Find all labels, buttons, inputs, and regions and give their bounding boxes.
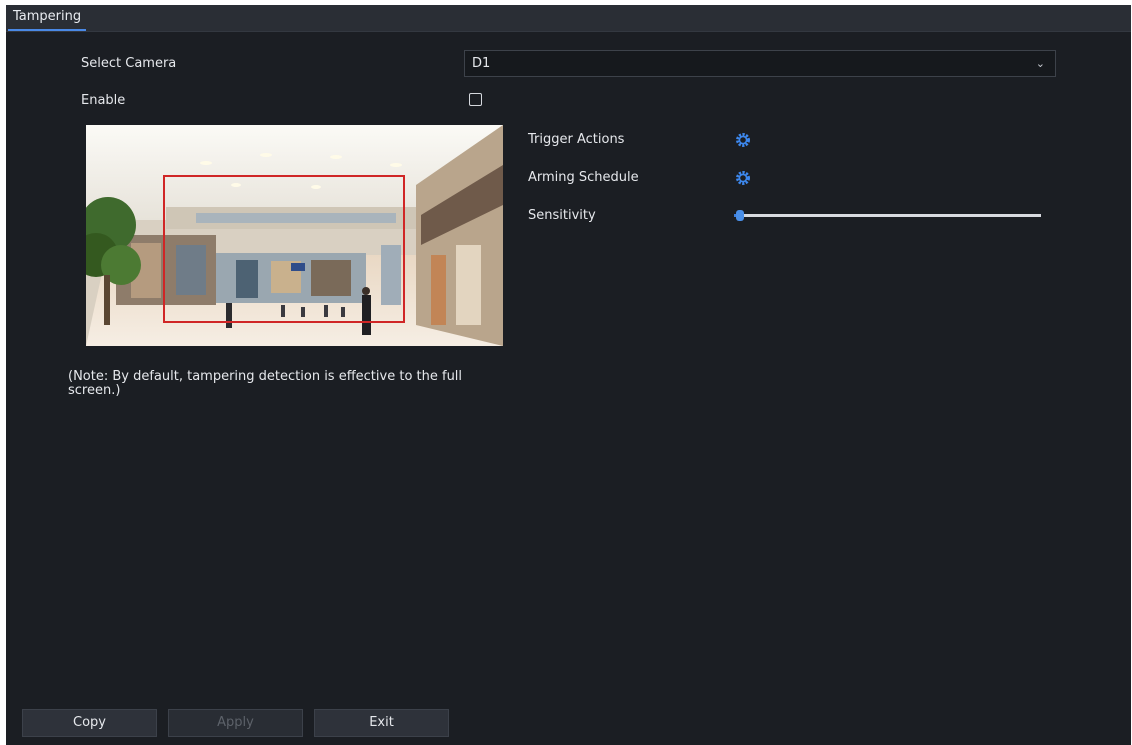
chevron-down-icon: ⌄ — [1035, 57, 1045, 70]
sensitivity-label: Sensitivity — [528, 208, 596, 223]
tampering-settings-window: Tampering Select Camera D1 ⌄ Enable (Not… — [6, 5, 1131, 745]
sensitivity-slider-track[interactable] — [734, 214, 1041, 217]
tab-tampering[interactable]: Tampering — [6, 5, 88, 31]
gear-icon[interactable] — [735, 132, 751, 148]
camera-preview[interactable] — [86, 125, 503, 346]
note-text: (Note: By default, tampering detection i… — [68, 369, 463, 398]
select-camera-label: Select Camera — [81, 56, 177, 71]
camera-select[interactable]: D1 ⌄ — [464, 50, 1056, 77]
enable-label: Enable — [81, 93, 126, 108]
gear-icon[interactable] — [735, 170, 751, 186]
exit-button[interactable]: Exit — [314, 709, 449, 737]
tab-bar: Tampering — [6, 5, 1131, 32]
copy-button[interactable]: Copy — [22, 709, 157, 737]
sensitivity-slider-thumb[interactable] — [736, 210, 745, 221]
arming-schedule-label: Arming Schedule — [528, 170, 639, 185]
trigger-actions-label: Trigger Actions — [528, 132, 625, 147]
camera-preview-image — [86, 125, 503, 346]
enable-checkbox[interactable] — [469, 93, 482, 106]
apply-button[interactable]: Apply — [168, 709, 303, 737]
camera-select-value: D1 — [472, 56, 491, 71]
